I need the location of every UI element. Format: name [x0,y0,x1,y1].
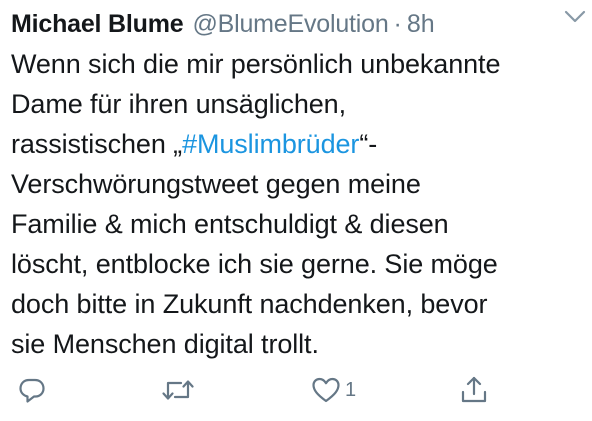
tweet-text-line: Dame für ihren unsäglichen, [11,84,586,124]
author-name[interactable]: Michael Blume [11,10,184,39]
tweet-text-line: Wenn sich die mir persönlich unbekannte [11,44,586,84]
like-button[interactable]: 1 [311,368,356,412]
tweet-text-segment: “- [359,129,378,159]
tweet-text-segment: sie Menschen digital trollt. [11,329,319,359]
tweet-timestamp[interactable]: 8h [407,10,435,39]
tweet-text-segment: Verschwörungstweet gegen meine [11,169,421,199]
separator-dot: · [393,9,402,38]
author-handle[interactable]: @BlumeEvolution [192,10,388,39]
like-count: 1 [345,378,357,401]
tweet-text-segment: Familie & mich entschuldigt & diesen [11,209,449,239]
reply-button[interactable] [18,368,46,412]
tweet-text-segment: Dame für ihren unsäglichen, [11,89,346,119]
hashtag-link[interactable]: #Muslimbrüder [182,129,359,159]
heart-icon [311,376,341,404]
tweet-text-line: sie Menschen digital trollt. [11,324,586,364]
tweet-text-line: Familie & mich entschuldigt & diesen [11,204,586,244]
tweet-text-segment: löscht, entblocke ich sie gerne. Sie mög… [11,249,498,279]
tweet-text-line: rassistischen „#Muslimbrüder“- [11,124,586,164]
tweet-actions: 1 [0,368,592,412]
tweet-text-line: löscht, entblocke ich sie gerne. Sie mög… [11,244,586,284]
reply-icon [18,376,46,404]
tweet-text: Wenn sich die mir persönlich unbekannte D… [11,44,586,364]
tweet[interactable]: Michael Blume @BlumeEvolution · 8h Wenn … [0,0,592,421]
retweet-icon [161,377,195,403]
tweet-text-segment: Wenn sich die mir persönlich unbekannte [11,49,501,79]
tweet-text-line: doch bitte in Zukunft nachdenken, bevor [11,284,586,324]
tweet-header: Michael Blume @BlumeEvolution · 8h [11,4,581,44]
tweet-text-segment: doch bitte in Zukunft nachdenken, bevor [11,289,488,319]
tweet-text-segment: rassistischen „ [11,129,183,159]
retweet-button[interactable] [161,368,195,412]
share-icon [460,375,488,405]
chevron-down-icon[interactable] [564,10,586,24]
tweet-text-line: Verschwörungstweet gegen meine [11,164,586,204]
share-button[interactable] [460,368,488,412]
